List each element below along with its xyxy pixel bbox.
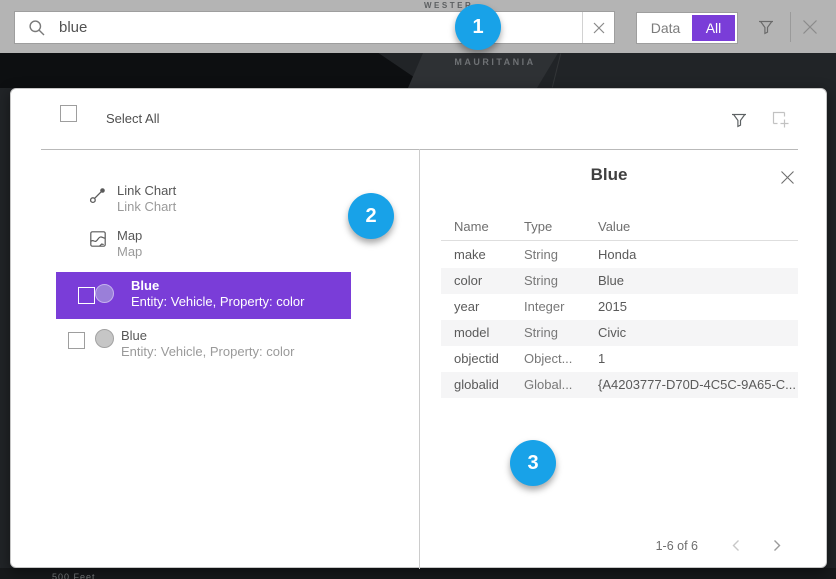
- cell-value: 2015: [598, 299, 627, 314]
- select-all-label: Select All: [106, 111, 159, 126]
- close-detail-button[interactable]: [779, 169, 796, 186]
- cell-type: String: [524, 325, 558, 340]
- result-item-subtitle: Link Chart: [117, 199, 176, 214]
- cell-name: globalid: [454, 377, 499, 392]
- cell-value: Honda: [598, 247, 636, 262]
- entity-circle-icon: [95, 284, 114, 303]
- result-item-subtitle: Map: [117, 244, 142, 259]
- results-filter-icon-button[interactable]: [729, 110, 749, 130]
- map-scale-label: 500 Feet: [52, 572, 96, 579]
- pagination-next-button[interactable]: [770, 538, 783, 553]
- search-results-panel: Select All Link Chart Link Chart Map M: [10, 88, 827, 568]
- result-item-title[interactable]: Link Chart: [117, 183, 176, 198]
- cell-value: Blue: [598, 273, 624, 288]
- result-item-title[interactable]: Map: [117, 228, 142, 243]
- link-chart-icon: [88, 185, 108, 205]
- map-bottom-strip: [0, 568, 836, 579]
- pagination-range-label: 1-6 of 6: [571, 539, 698, 553]
- cell-value: Civic: [598, 325, 626, 340]
- table-row: make String Honda: [441, 242, 798, 268]
- cell-name: year: [454, 299, 479, 314]
- clear-search-button[interactable]: [582, 12, 614, 43]
- cell-type: String: [524, 273, 558, 288]
- search-input-container[interactable]: [14, 11, 615, 44]
- map-icon: [88, 229, 108, 249]
- table-row: color String Blue: [441, 268, 798, 294]
- cell-name: model: [454, 325, 489, 340]
- list-detail-divider: [419, 149, 420, 569]
- scope-option-all[interactable]: All: [692, 15, 735, 41]
- column-header-name: Name: [454, 219, 489, 234]
- cell-name: color: [454, 273, 482, 288]
- table-row: year Integer 2015: [441, 294, 798, 320]
- entity-circle-icon: [95, 329, 114, 348]
- result-item-selected[interactable]: Blue Entity: Vehicle, Property: color: [56, 272, 351, 319]
- clear-icon: [593, 22, 605, 34]
- cell-type: String: [524, 247, 558, 262]
- cell-value: {A4203777-D70D-4C5C-9A65-C...: [598, 377, 796, 392]
- cell-type: Integer: [524, 299, 564, 314]
- map-country-label: MAURITANIA: [450, 57, 540, 67]
- cell-type: Global...: [524, 377, 572, 392]
- search-input[interactable]: [46, 19, 582, 36]
- table-header-divider: [441, 240, 798, 241]
- scope-option-data[interactable]: Data: [639, 15, 692, 41]
- annotation-badge-1: 1: [455, 4, 501, 50]
- cell-name: make: [454, 247, 486, 262]
- pagination-prev-button[interactable]: [730, 538, 743, 553]
- column-header-value: Value: [598, 219, 630, 234]
- search-icon: [28, 19, 46, 37]
- select-all-checkbox[interactable]: [60, 105, 77, 122]
- add-selection-icon-button[interactable]: [770, 109, 791, 130]
- table-row: model String Civic: [441, 320, 798, 346]
- cell-type: Object...: [524, 351, 572, 366]
- result-item-checkbox[interactable]: [78, 287, 95, 304]
- toolbar-divider: [790, 12, 791, 42]
- search-scope-toggle: Data All: [636, 12, 738, 44]
- cell-name: objectid: [454, 351, 499, 366]
- column-header-type: Type: [524, 219, 552, 234]
- close-search-button[interactable]: [799, 16, 821, 38]
- search-toolbar: WESTER Data All: [0, 0, 836, 53]
- result-item-title[interactable]: Blue: [121, 328, 147, 343]
- annotation-badge-3: 3: [510, 440, 556, 486]
- annotation-badge-2: 2: [348, 193, 394, 239]
- map-dark-region: [0, 53, 430, 88]
- filter-icon-button[interactable]: [756, 17, 776, 37]
- result-item-title: Blue: [131, 278, 159, 293]
- result-item-checkbox[interactable]: [68, 332, 85, 349]
- detail-title: Blue: [431, 165, 787, 185]
- result-item-subtitle: Entity: Vehicle, Property: color: [121, 344, 294, 359]
- result-item-subtitle: Entity: Vehicle, Property: color: [131, 294, 304, 309]
- table-row: objectid Object... 1: [441, 346, 798, 372]
- table-row: globalid Global... {A4203777-D70D-4C5C-9…: [441, 372, 798, 398]
- cell-value: 1: [598, 351, 605, 366]
